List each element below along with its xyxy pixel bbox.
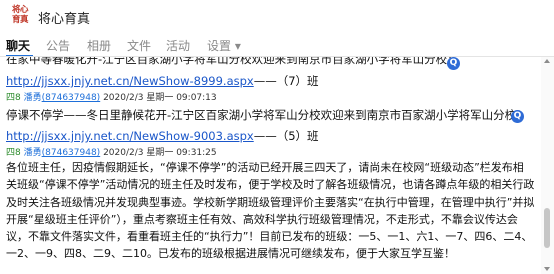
- sender-qq[interactable]: (874637948): [42, 93, 101, 103]
- scroll-down-arrow-icon[interactable]: [544, 267, 550, 271]
- link-class-suffix: ——（5）班: [253, 129, 319, 143]
- tab-album[interactable]: 相册: [87, 37, 111, 54]
- message-meta: 四8 潘勇(874637948) 2020/2/3 星期一 09:07:13: [6, 90, 217, 103]
- sender-name[interactable]: 潘勇: [24, 93, 42, 103]
- message-text-cut: 在家中等春暖化开-江宁区百家湖小学将军山分校欢迎来到南京市百家湖小学将军山分校！: [6, 57, 459, 66]
- announcement-line: 及时关注各班级情况并发现典型事迹。学校新学期班级管理评价主要落实“在执行中管理，…: [6, 195, 535, 209]
- member-tag: 四8: [6, 148, 21, 158]
- announcement-line: 各位班主任，因疫情假期延长，“停课不停学”的活动已经开展三四天了，请尚未在校网“…: [6, 161, 524, 174]
- group-title: 将心育真: [38, 12, 91, 27]
- tab-bar: 聊天 公告 相册 文件 活动 设置 ▾: [0, 34, 554, 56]
- message-link-row: http://jjsxx.jnjy.net.cn/NewShow-9003.as…: [6, 125, 319, 144]
- message-timestamp: 2020/2/3 星期一 09:07:13: [103, 93, 217, 103]
- tab-files[interactable]: 文件: [127, 37, 151, 54]
- message-text: 停课不停学——冬日里静候花开-江宁区百家湖小学将军山分校欢迎来到南京市百家湖小学…: [6, 108, 528, 122]
- announcement-line: 开展“星级班主任评价”），重点考察班主任有效、高效科学执行班级管理情况，不走形式…: [6, 212, 518, 226]
- group-logo-icon: 将心 育真: [11, 5, 29, 25]
- tab-announcements[interactable]: 公告: [46, 37, 70, 54]
- translate-badge-icon[interactable]: Q: [447, 57, 460, 70]
- chat-history[interactable]: 在家中等春暖化开-江宁区百家湖小学将军山分校欢迎来到南京市百家湖小学将军山分校！…: [0, 57, 540, 274]
- announcement-line: 一2、一9、四8、二9、二10。已发布的班级根据进展情况可继续发布，便于大家互学…: [6, 247, 455, 261]
- message-link-row: http://jjsxx.jnjy.net.cn/NewShow-8999.as…: [6, 70, 319, 89]
- sender-name[interactable]: 潘勇: [24, 148, 42, 158]
- announcement-line: 议，不靠文件落实文件，看重看班主任的“执行力”！目前已发布的班级：一5、一1、六…: [6, 230, 533, 244]
- message-meta: 四8 潘勇(874637948) 2020/2/3 星期一 09:31:25: [6, 145, 217, 158]
- link-class-suffix: ——（7）班: [253, 74, 319, 88]
- tab-settings[interactable]: 设置 ▾: [207, 37, 241, 54]
- title-bar: 将心 育真 将心育真: [0, 0, 554, 34]
- scroll-thumb[interactable]: [544, 208, 550, 248]
- sender-qq[interactable]: (874637948): [42, 148, 101, 158]
- translate-badge-icon[interactable]: Q: [511, 110, 524, 123]
- message-timestamp: 2020/2/3 星期一 09:31:25: [103, 148, 217, 158]
- tab-chat[interactable]: 聊天: [6, 37, 30, 54]
- news-link[interactable]: http://jjsxx.jnjy.net.cn/NewShow-8999.as…: [6, 74, 254, 88]
- group-chat-window: 将心 育真 将心育真 聊天 公告 相册 文件 活动 设置 ▾ 在家中等春暖化开-…: [0, 0, 554, 274]
- news-link[interactable]: http://jjsxx.jnjy.net.cn/NewShow-9003.as…: [6, 129, 254, 143]
- scroll-up-arrow-icon[interactable]: [544, 59, 550, 63]
- tab-activities[interactable]: 活动: [166, 37, 190, 54]
- announcement-message: 各位班主任，因疫情假期延长，“停课不停学”的活动已经开展三四天了，请尚未在校网“…: [6, 159, 538, 263]
- chat-scrollbar[interactable]: [541, 57, 554, 274]
- announcement-line: 关班级“停课不停学”活动情况的班主任及时发布，便于学校及时了解各班级情况，也请各…: [6, 178, 535, 192]
- member-tag: 四8: [6, 93, 21, 103]
